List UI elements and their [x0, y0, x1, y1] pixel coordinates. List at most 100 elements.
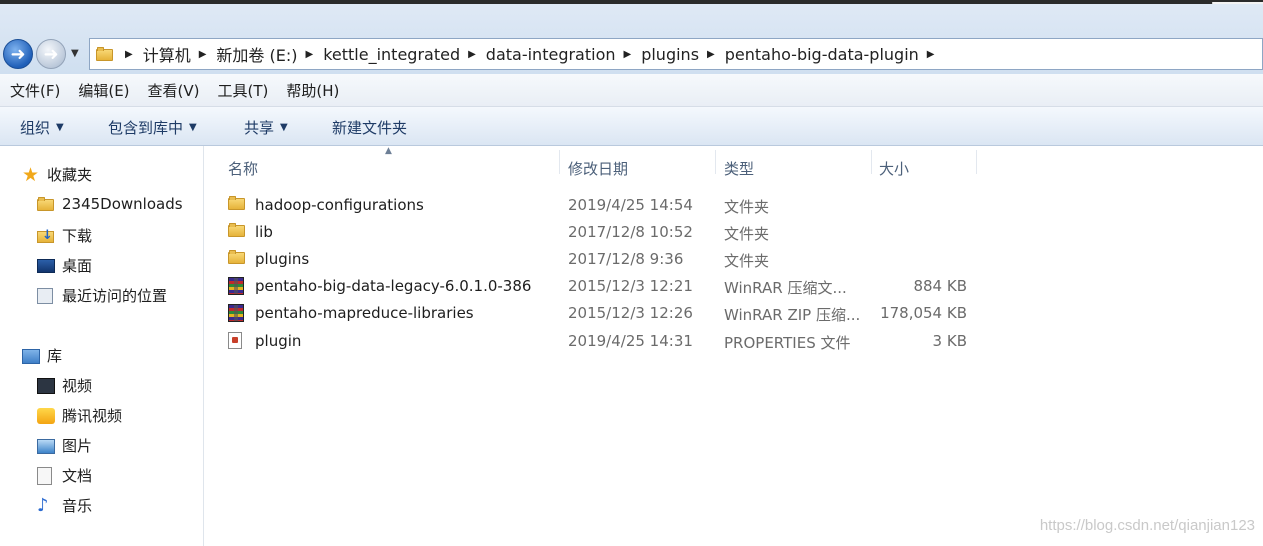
table-row[interactable]: pentaho-mapreduce-libraries 2015/12/3 12… — [204, 300, 1263, 327]
winrar-archive-icon — [228, 277, 244, 295]
column-header-date[interactable]: 修改日期 — [568, 158, 628, 179]
breadcrumb-item[interactable]: pentaho-big-data-plugin ▶ — [725, 39, 945, 69]
new-folder-button[interactable]: 新建文件夹 — [332, 117, 407, 138]
forward-button[interactable]: ➜ — [36, 39, 66, 69]
sidebar-item-label: 最近访问的位置 — [62, 287, 168, 305]
arrow-right-icon: ➜ — [43, 43, 59, 65]
sidebar-item-recent-places[interactable]: 最近访问的位置 — [37, 285, 167, 306]
menu-tools[interactable]: 工具(T) — [218, 80, 269, 101]
breadcrumb-label: 新加卷 (E:) — [216, 46, 298, 65]
chevron-right-icon[interactable]: ▶ — [199, 49, 207, 60]
column-header-type[interactable]: 类型 — [724, 158, 754, 179]
file-date: 2015/12/3 12:26 — [568, 304, 693, 322]
breadcrumb-label: kettle_integrated — [323, 44, 461, 64]
share-button[interactable]: 共享 ▼ — [244, 117, 288, 138]
picture-icon — [37, 438, 55, 454]
chevron-right-icon[interactable]: ▶ — [707, 49, 715, 60]
include-in-library-button[interactable]: 包含到库中 ▼ — [108, 117, 197, 138]
file-type: PROPERTIES 文件 — [724, 334, 851, 352]
file-type: WinRAR ZIP 压缩... — [724, 306, 861, 324]
command-bar: 组织 ▼ 包含到库中 ▼ 共享 ▼ 新建文件夹 — [0, 107, 1263, 146]
column-divider[interactable] — [715, 150, 716, 174]
file-name: hadoop-configurations — [255, 196, 424, 214]
folder-icon — [37, 197, 54, 211]
file-type: 文件夹 — [724, 225, 770, 243]
sidebar-item-downloads[interactable]: 下载 — [37, 225, 92, 246]
back-button[interactable]: ➜ — [3, 39, 33, 69]
breadcrumb-item[interactable]: 新加卷 (E:) ▶ — [216, 39, 323, 69]
sidebar-item-favorites[interactable]: ★ 收藏夹 — [22, 164, 92, 185]
file-name: lib — [255, 223, 273, 241]
video-icon — [37, 377, 55, 394]
sidebar-item-libraries[interactable]: 库 — [22, 345, 62, 366]
file-name: pentaho-big-data-legacy-6.0.1.0-386 — [255, 277, 532, 295]
chevron-right-icon[interactable]: ▶ — [468, 49, 476, 60]
navigation-pane: ★ 收藏夹 2345Downloads 下载 桌面 最近访问的位置 库 视频 腾讯… — [0, 146, 204, 546]
file-type: WinRAR 压缩文... — [724, 279, 847, 297]
new-folder-label: 新建文件夹 — [332, 119, 408, 137]
file-name: plugins — [255, 250, 310, 268]
folder-icon — [96, 47, 113, 61]
recent-pages-dropdown[interactable]: ▼ — [71, 48, 79, 59]
chevron-right-icon[interactable]: ▶ — [927, 49, 935, 60]
document-icon — [37, 466, 52, 485]
file-size: 3 KB — [932, 332, 967, 350]
organize-button[interactable]: 组织 ▼ — [20, 117, 64, 138]
chevron-right-icon[interactable]: ▶ — [306, 49, 314, 60]
breadcrumb-item[interactable]: 计算机 ▶ — [143, 39, 217, 69]
sidebar-item-2345downloads[interactable]: 2345Downloads — [37, 195, 183, 213]
sidebar-item-music[interactable]: ♪ 音乐 — [37, 495, 92, 516]
breadcrumb-label: 计算机 — [142, 46, 191, 65]
include-in-library-label: 包含到库中 — [108, 119, 184, 137]
sidebar-item-videos[interactable]: 视频 — [37, 375, 92, 396]
library-icon — [22, 348, 40, 364]
breadcrumb-label: data-integration — [485, 44, 616, 64]
address-bar[interactable]: ▶ 计算机 ▶ 新加卷 (E:) ▶ kettle_integrated ▶ data… — [89, 38, 1263, 70]
breadcrumb-item[interactable]: kettle_integrated ▶ — [323, 39, 486, 69]
sidebar-item-desktop[interactable]: 桌面 — [37, 255, 92, 276]
sidebar-item-label: 收藏夹 — [47, 166, 93, 184]
sidebar-item-label: 腾讯视频 — [62, 407, 123, 425]
menu-file[interactable]: 文件(F) — [10, 80, 60, 101]
table-row[interactable]: plugins 2017/12/8 9:36 文件夹 — [204, 246, 1263, 273]
breadcrumb-item[interactable]: plugins ▶ — [641, 39, 725, 69]
recent-places-icon — [37, 287, 53, 304]
sidebar-item-pictures[interactable]: 图片 — [37, 435, 92, 456]
file-name: pentaho-mapreduce-libraries — [255, 304, 474, 322]
sidebar-item-label: 2345Downloads — [62, 195, 183, 213]
breadcrumb-root-arrow[interactable]: ▶ — [117, 39, 143, 69]
column-divider[interactable] — [559, 150, 560, 174]
table-row[interactable]: hadoop-configurations 2019/4/25 14:54 文件… — [204, 192, 1263, 219]
menu-edit[interactable]: 编辑(E) — [78, 80, 129, 101]
sidebar-item-label: 视频 — [62, 377, 93, 395]
winrar-archive-icon — [228, 304, 244, 322]
file-list-pane: ▲ 名称 修改日期 类型 大小 hadoop-configurations 20… — [204, 146, 1263, 546]
folder-icon — [228, 250, 245, 264]
share-label: 共享 — [244, 119, 275, 137]
column-header-name[interactable]: 名称 — [228, 158, 258, 179]
breadcrumb-item[interactable]: data-integration ▶ — [486, 39, 641, 69]
menu-help[interactable]: 帮助(H) — [286, 80, 339, 101]
table-row[interactable]: lib 2017/12/8 10:52 文件夹 — [204, 219, 1263, 246]
breadcrumb-label: plugins — [641, 44, 700, 64]
table-row[interactable]: pentaho-big-data-legacy-6.0.1.0-386 2015… — [204, 273, 1263, 300]
column-divider[interactable] — [976, 150, 977, 174]
chevron-right-icon[interactable]: ▶ — [624, 49, 632, 60]
tencent-video-icon — [37, 407, 55, 424]
folder-icon — [228, 196, 245, 210]
caret-down-icon: ▼ — [56, 122, 64, 133]
address-row: ➜ ➜ ▼ ▶ 计算机 ▶ 新加卷 (E:) ▶ kettle_integrated… — [0, 4, 1263, 74]
menu-bar: 文件(F) 编辑(E) 查看(V) 工具(T) 帮助(H) — [0, 74, 1263, 107]
arrow-left-icon: ➜ — [10, 43, 26, 65]
file-size: 884 KB — [913, 277, 967, 295]
download-folder-icon — [37, 228, 54, 243]
column-divider[interactable] — [871, 150, 872, 174]
caret-down-icon: ▼ — [280, 122, 288, 133]
file-type: 文件夹 — [724, 198, 770, 216]
column-header-size[interactable]: 大小 — [879, 158, 909, 179]
table-row[interactable]: plugin 2019/4/25 14:31 PROPERTIES 文件 3 K… — [204, 328, 1263, 355]
sidebar-item-documents[interactable]: 文档 — [37, 465, 92, 486]
menu-view[interactable]: 查看(V) — [148, 80, 200, 101]
file-date: 2019/4/25 14:31 — [568, 332, 693, 350]
sidebar-item-tencent-video[interactable]: 腾讯视频 — [37, 405, 122, 426]
